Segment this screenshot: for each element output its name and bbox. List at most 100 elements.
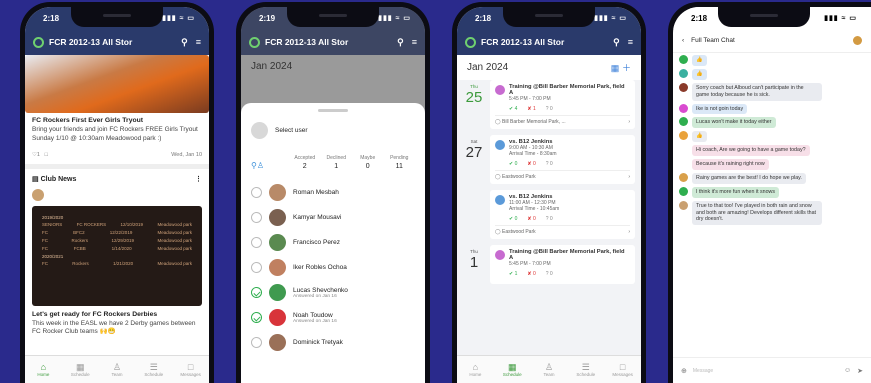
tab-schedule[interactable]: ▦ Schedule: [62, 356, 99, 383]
month-label[interactable]: Jan 2024: [467, 62, 508, 73]
chat-icon: □: [619, 362, 626, 372]
search-icon[interactable]: ⚲: [397, 37, 404, 48]
message-bubble[interactable]: Ike is not goin today: [692, 103, 748, 115]
player-row[interactable]: Kamyar Mousavi: [251, 205, 415, 230]
calendar-icon[interactable]: ▦: [611, 63, 620, 73]
chat-message: Hi coach, Are we going to have a game to…: [679, 145, 865, 156]
check-circle-icon[interactable]: [251, 337, 262, 348]
pin-icon: ◯: [495, 229, 501, 235]
post-photo[interactable]: [25, 55, 209, 113]
player-row[interactable]: Dominick Tretyak: [251, 330, 415, 355]
screen: 2:18 ▮▮▮ ≈ ▭ FCR 2012-13 All Stor ⚲ ≡ FC…: [25, 7, 209, 383]
tab-schedule[interactable]: ▦ Schedule: [494, 356, 531, 383]
add-attachment-icon[interactable]: ⊕: [681, 367, 687, 375]
sheet-handle[interactable]: [318, 109, 348, 112]
player-row[interactable]: Iker Robles Ochoa: [251, 255, 415, 280]
notch: [287, 7, 379, 27]
home-icon: ⌂: [472, 362, 479, 372]
club-logo-icon: [465, 36, 476, 48]
event-card[interactable]: vs. B12 Jenkins 11:00 AM - 12:30 PM Arriva…: [490, 190, 635, 239]
like-comment-icons[interactable]: ♡1 □: [32, 152, 48, 158]
message-bubble[interactable]: 👍: [692, 55, 707, 66]
post-title[interactable]: FC Rockers First Ever Girls Tryout: [32, 117, 202, 124]
chat-title: Full Team Chat: [691, 37, 735, 44]
notch: [718, 7, 811, 27]
tab-team[interactable]: ♙ Team: [531, 356, 568, 383]
post2-title[interactable]: Let's get ready for FC Rockers Derbies: [32, 311, 202, 318]
phone-team-chat: 2:18 ▮▮▮ ≈ ▭ ‹ Full Team Chat 👍 👍 Sorry …: [668, 2, 871, 383]
screen: 2:18 ▮▮▮ ≈ ▭ FCR 2012-13 All Stor ⚲ ≡ Ja…: [457, 7, 641, 383]
tab-messages[interactable]: □ Messages: [172, 356, 209, 383]
tab-home[interactable]: ⌂ Home: [25, 356, 62, 383]
event-card[interactable]: Training @Bill Barber Memorial Park, fie…: [490, 245, 635, 284]
avatar: [269, 334, 286, 351]
event-list: Thu 25 Training @Bill Barber Memorial Par…: [457, 80, 641, 355]
message-bubble[interactable]: Hi coach, Are we going to have a game to…: [692, 145, 810, 156]
team-icon: ♙: [544, 362, 554, 372]
tab-home[interactable]: ⌂ Home: [457, 356, 494, 383]
check-circle-icon[interactable]: [251, 287, 262, 298]
count-accepted[interactable]: Accepted 2: [289, 155, 321, 170]
tab-events[interactable]: ☰ Schedule: [567, 356, 604, 383]
player-row[interactable]: Roman Mesbah: [251, 180, 415, 205]
chat-avatar[interactable]: [853, 36, 862, 45]
search-icon[interactable]: ⚲: [613, 37, 620, 48]
search-icon[interactable]: ⚲: [181, 37, 188, 48]
back-icon[interactable]: ‹: [682, 37, 684, 44]
game-icon: [495, 195, 505, 205]
chat-message: 👍: [679, 68, 865, 80]
status-time: 2:18: [475, 13, 492, 23]
player-name: Dominick Tretyak: [293, 339, 343, 346]
send-icon[interactable]: ➤: [857, 367, 863, 375]
player-row[interactable]: Lucas Shevchenko Answered on Jan 16: [251, 280, 415, 305]
message-bubble[interactable]: I think it's more fun when it snows: [692, 186, 780, 198]
news-year: 2019/2020: [42, 214, 64, 220]
count-pending[interactable]: Pending 11: [384, 155, 416, 170]
check-circle-icon[interactable]: [251, 212, 262, 223]
select-user-label: Select user: [275, 127, 308, 134]
status-icons: ▮▮▮ ≈ ▭: [378, 15, 411, 22]
message-bubble[interactable]: Sorry coach but Alboud can't participate…: [692, 82, 822, 101]
count-declined[interactable]: Declined 1: [321, 155, 353, 170]
player-row[interactable]: Francisco Perez: [251, 230, 415, 255]
notch: [503, 7, 595, 27]
event-card[interactable]: vs. B12 Jenkins 9:00 AM - 10:30 AM Arrival…: [490, 135, 635, 184]
count-maybe[interactable]: Maybe 0: [352, 155, 384, 170]
player-name: Noah Toudow: [293, 311, 333, 319]
event-card[interactable]: Training @Bill Barber Memorial Park, fie…: [490, 80, 635, 129]
menu-icon[interactable]: ≡: [412, 37, 417, 47]
pin-icon: ◯: [495, 119, 501, 125]
check-circle-icon[interactable]: [251, 237, 262, 248]
message-bubble[interactable]: 👍: [692, 68, 707, 80]
message-bubble[interactable]: 👍: [692, 131, 707, 143]
menu-icon[interactable]: ≡: [196, 37, 201, 47]
select-user-row[interactable]: Select user: [251, 122, 415, 139]
message-input[interactable]: Message: [693, 368, 844, 374]
check-circle-icon[interactable]: [251, 187, 262, 198]
emoji-icon[interactable]: ☺: [844, 367, 851, 374]
check-circle-icon[interactable]: [251, 312, 262, 323]
message-bubble[interactable]: True to that too! I've played in both ra…: [692, 200, 822, 226]
message-bubble[interactable]: Rainy games are the best! I do hope we p…: [692, 172, 806, 184]
check-circle-icon[interactable]: [251, 262, 262, 273]
add-icon[interactable]: ＋: [622, 63, 631, 73]
news-row: SENIORS FC ROCKERS 12/10/2019 Meadowood par…: [42, 221, 192, 227]
message-bubble[interactable]: Because it's raining right now: [692, 159, 769, 170]
news-image[interactable]: 2019/2020 SENIORS FC ROCKERS 12/10/2019 Mea…: [32, 205, 202, 306]
event-location[interactable]: ◯ Eastwood Park ›: [495, 225, 630, 235]
tab-events[interactable]: ☰ Schedule: [135, 356, 172, 383]
day-label: Thu 25: [465, 84, 483, 106]
avatar: [269, 309, 286, 326]
more-icon[interactable]: ⋮: [195, 175, 202, 183]
response-counts: ⚲♙ Accepted 2 Declined 1 Maybe 0 Pending 11: [251, 155, 415, 170]
menu-icon[interactable]: ≡: [628, 37, 633, 47]
player-row[interactable]: Noah Toudow Answered on Jan 16: [251, 305, 415, 330]
message-bubble[interactable]: Lucas won't make it today either: [692, 117, 776, 129]
chat-header: ‹ Full Team Chat: [673, 29, 871, 53]
tab-messages[interactable]: □ Messages: [604, 356, 641, 383]
tab-team[interactable]: ♙ Team: [99, 356, 136, 383]
compose-bar: ⊕ Message ☺ ➤: [673, 357, 871, 383]
calendar-header: Jan 2024 ▦ ＋: [457, 55, 641, 80]
event-location[interactable]: ◯ Eastwood Park ›: [495, 170, 630, 180]
event-location[interactable]: ◯ Bill Barber Memorial Park, ... ›: [495, 115, 630, 125]
